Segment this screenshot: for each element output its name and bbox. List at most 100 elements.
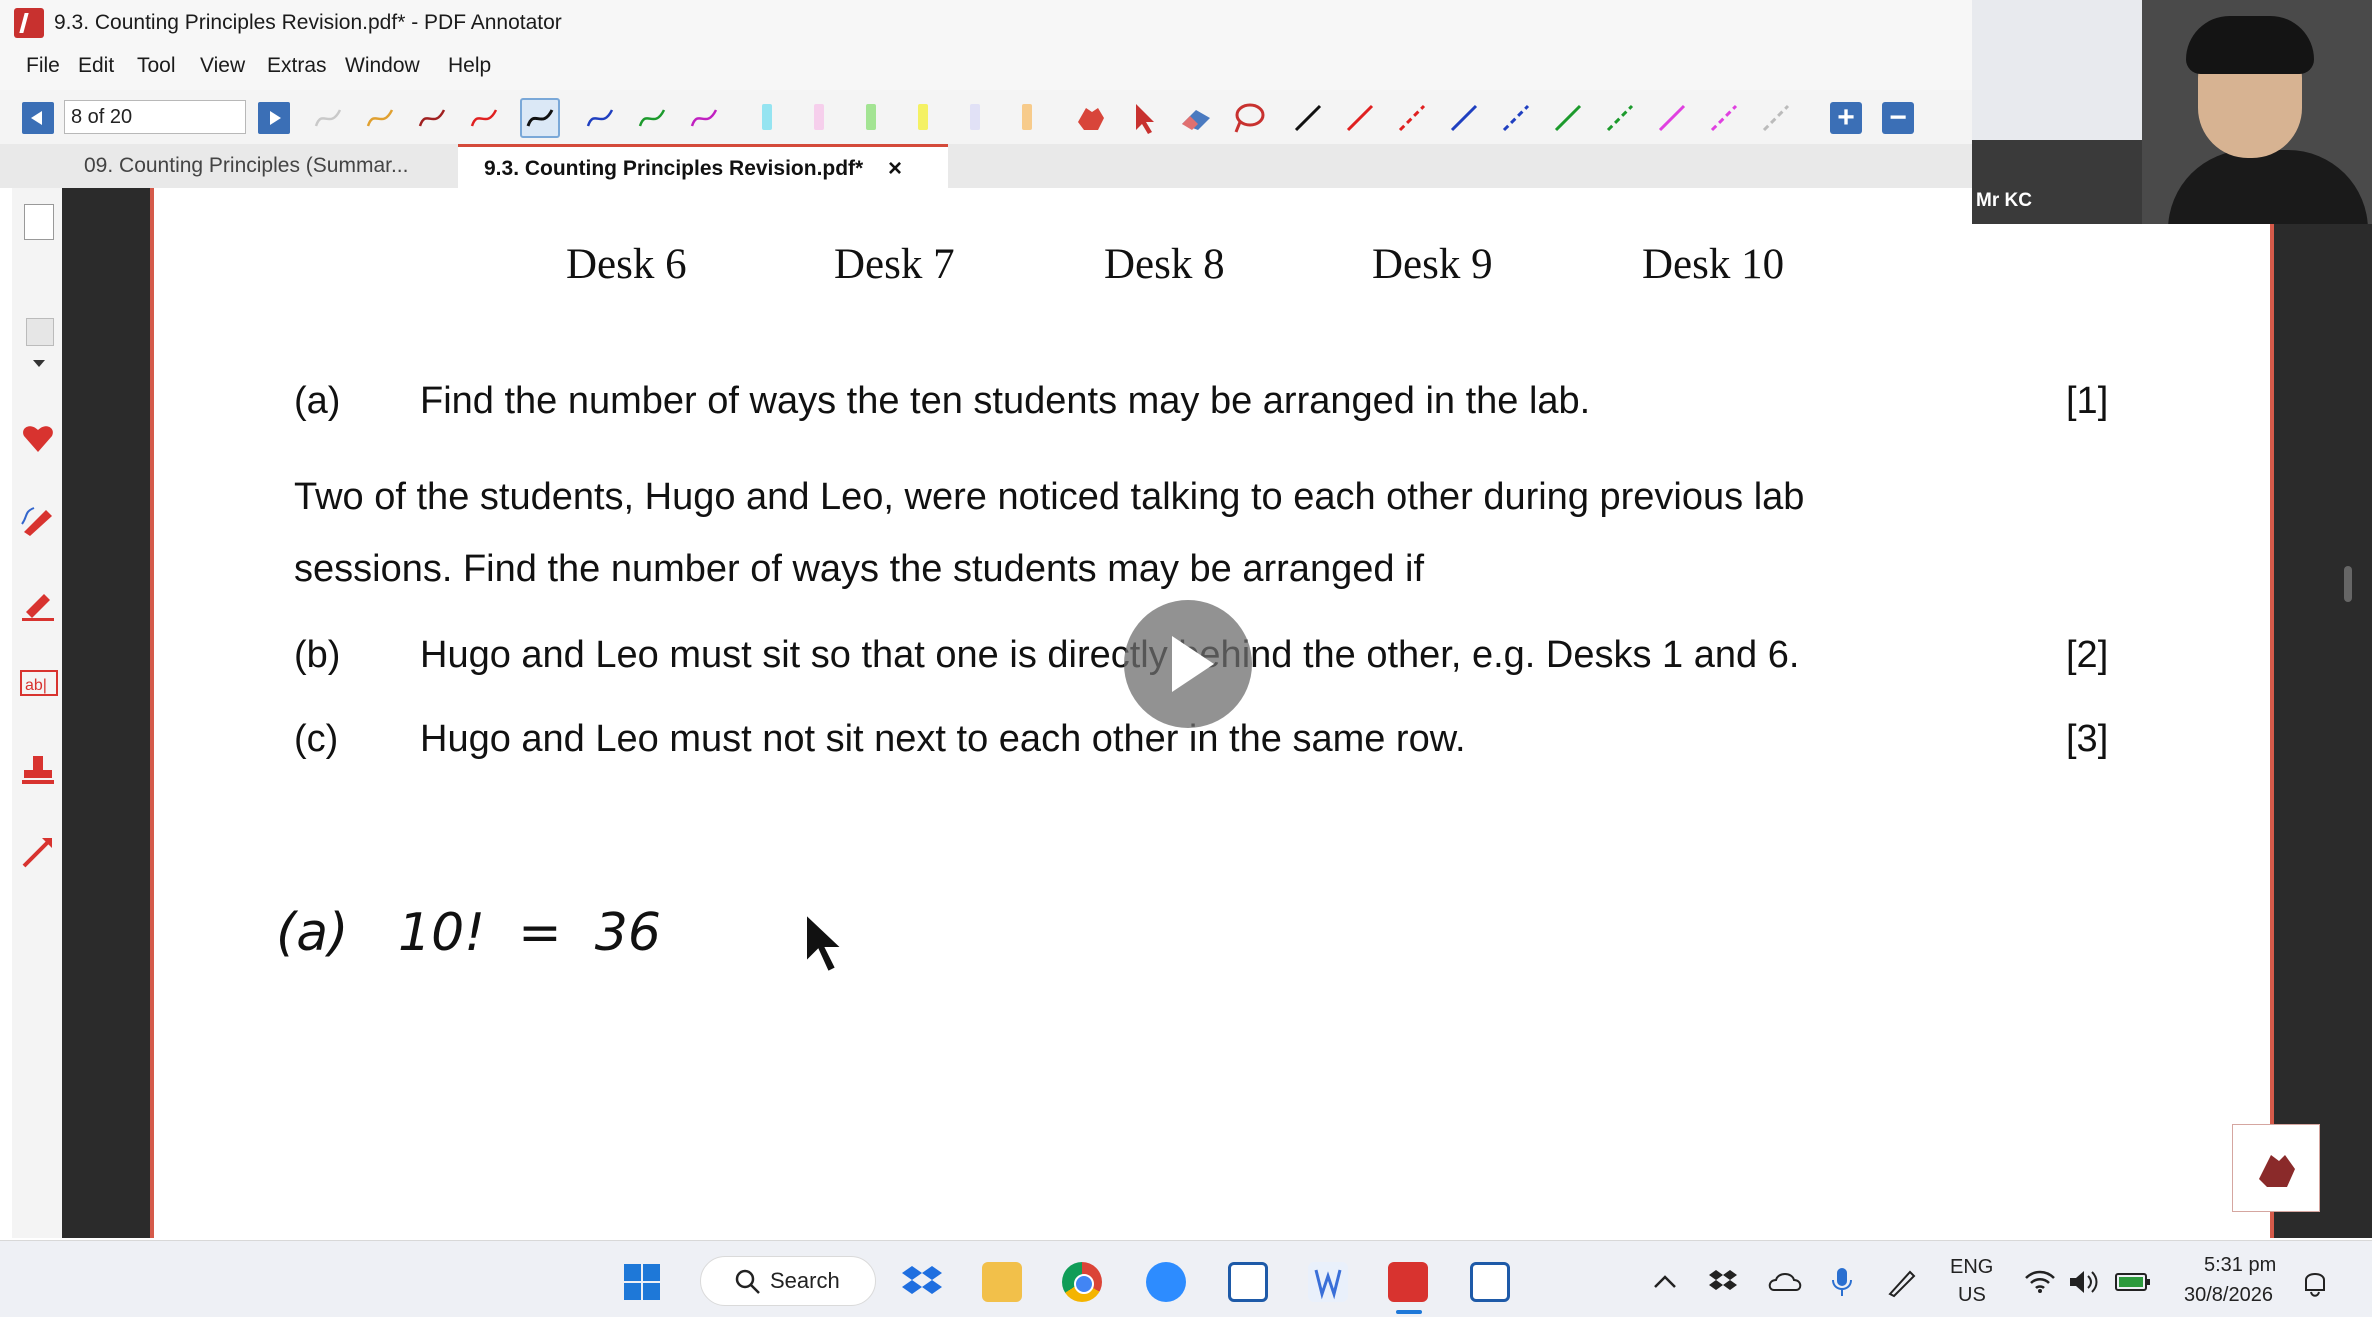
pen-light-icon[interactable] [312, 102, 344, 134]
desk-label: Desk 8 [1104, 241, 1225, 288]
next-page-button[interactable] [258, 102, 290, 134]
chevron-up-icon[interactable] [1652, 1272, 1678, 1292]
line-blue-icon[interactable] [1448, 102, 1480, 134]
menu-file[interactable]: File [26, 54, 60, 78]
volume-icon[interactable] [2068, 1268, 2100, 1296]
highlighter-yellow-icon[interactable] [918, 104, 928, 130]
menu-window[interactable]: Window [345, 54, 420, 78]
handwritten-annotation: (a) 10! = 36 [276, 903, 661, 963]
desk-label: Desk 10 [1642, 241, 1785, 288]
stamp-icon[interactable] [20, 752, 56, 788]
tray-dropbox-icon[interactable] [1708, 1268, 1738, 1296]
line-green-dashed-icon[interactable] [1604, 102, 1636, 134]
pdf-annotator-taskbar-icon[interactable] [1388, 1262, 1428, 1302]
play-video-button[interactable] [1124, 600, 1252, 728]
whiteboard-icon[interactable] [1308, 1262, 1348, 1302]
menu-extras[interactable]: Extras [267, 54, 327, 78]
dropbox-icon[interactable] [902, 1262, 942, 1302]
question-c-label: (c) [294, 718, 339, 760]
prev-page-button[interactable] [22, 102, 54, 134]
highlighter-green-icon[interactable] [866, 104, 876, 130]
webcam-person-hair [2186, 16, 2314, 74]
line-magenta-dashed-icon[interactable] [1708, 102, 1740, 134]
wifi-icon[interactable] [2024, 1268, 2056, 1294]
question-b-label: (b) [294, 634, 341, 676]
mouse-cursor-icon [805, 911, 845, 974]
line-red-dashed-icon[interactable] [1396, 102, 1428, 134]
highlighter-pink-icon[interactable] [814, 104, 824, 130]
pen-menu-icon[interactable] [1886, 1266, 1918, 1298]
tab-revision[interactable]: 9.3. Counting Principles Revision.pdf* × [458, 144, 948, 188]
language-indicator[interactable]: ENG [1950, 1256, 1993, 1279]
favorites-heart-icon[interactable] [20, 420, 56, 456]
desk-label: Desk 7 [834, 241, 955, 288]
highlighter-cyan-icon[interactable] [762, 104, 772, 130]
pen-magenta-icon[interactable] [688, 102, 720, 134]
intro-text-line1: Two of the students, Hugo and Leo, were … [294, 476, 1805, 518]
microphone-icon[interactable] [1830, 1266, 1854, 1298]
taskbar [0, 1240, 2372, 1317]
vertical-scrollbar[interactable] [2344, 566, 2352, 602]
svg-text:ab|: ab| [25, 677, 47, 694]
line-grey-dashed-icon[interactable] [1760, 102, 1792, 134]
pen-black-icon[interactable] [520, 98, 560, 138]
app-window2-icon[interactable] [1470, 1262, 1510, 1302]
line-red-icon[interactable] [1344, 102, 1376, 134]
pen-darkred-icon[interactable] [416, 102, 448, 134]
active-app-indicator [1396, 1310, 1422, 1314]
floating-hand-tool-button[interactable] [2232, 1124, 2320, 1212]
select-arrow-icon[interactable] [1128, 102, 1160, 134]
file-explorer-icon[interactable] [982, 1262, 1022, 1302]
tab-revision-label: 9.3. Counting Principles Revision.pdf* [484, 157, 864, 180]
search-label: Search [770, 1268, 840, 1293]
webcam-video [1972, 0, 2372, 224]
scroll-up-icon[interactable] [26, 318, 54, 346]
clock-time[interactable]: 5:31 pm [2204, 1254, 2276, 1277]
text-box-icon[interactable]: ab| [20, 668, 58, 704]
onedrive-cloud-icon[interactable] [1768, 1270, 1802, 1294]
highlighter-lavender-icon[interactable] [970, 104, 980, 130]
close-tab-icon[interactable]: × [888, 147, 902, 191]
search-icon [735, 1269, 760, 1294]
highlighter-orange-icon[interactable] [1022, 104, 1032, 130]
region-indicator[interactable]: US [1958, 1284, 1986, 1307]
arrow-tool-icon[interactable] [20, 834, 56, 870]
pen-tool-icon[interactable] [20, 502, 56, 538]
battery-icon[interactable] [2114, 1270, 2152, 1294]
lasso-icon[interactable] [1230, 102, 1265, 134]
pen-red-icon[interactable] [468, 102, 500, 134]
windows-start-icon[interactable] [622, 1262, 662, 1302]
page-number-input[interactable]: 8 of 20 [64, 100, 246, 134]
menu-edit[interactable]: Edit [78, 54, 114, 78]
zoom-in-icon[interactable]: + [1830, 102, 1862, 134]
zoom-out-icon[interactable]: − [1882, 102, 1914, 134]
hand-tool-icon[interactable] [1072, 102, 1104, 134]
desk-label: Desk 6 [566, 241, 687, 288]
menu-view[interactable]: View [200, 54, 245, 78]
pen-green-icon[interactable] [636, 102, 668, 134]
chevron-down-icon[interactable] [26, 350, 52, 376]
menu-tool[interactable]: Tool [137, 54, 176, 78]
app-window-icon[interactable] [1228, 1262, 1268, 1302]
line-blue-dashed-icon[interactable] [1500, 102, 1532, 134]
desk-label: Desk 9 [1372, 241, 1493, 288]
zoom-icon[interactable] [1146, 1262, 1186, 1302]
chrome-icon[interactable] [1062, 1262, 1102, 1302]
pen-blue-icon[interactable] [584, 102, 616, 134]
eraser-icon[interactable] [1178, 102, 1210, 134]
question-c-marks: [3] [2066, 718, 2109, 760]
pen-orange-icon[interactable] [364, 102, 396, 134]
question-a-text: Find the number of ways the ten students… [420, 380, 1591, 422]
tab-summary[interactable]: 09. Counting Principles (Summar... [14, 144, 454, 188]
highlighter-tool-icon[interactable] [20, 586, 56, 622]
line-green-icon[interactable] [1552, 102, 1584, 134]
clock-date[interactable]: 30/8/2026 [2184, 1284, 2273, 1307]
question-c-text: Hugo and Leo must not sit next to each o… [420, 718, 1466, 760]
window-title: 9.3. Counting Principles Revision.pdf* -… [54, 11, 562, 34]
line-magenta-icon[interactable] [1656, 102, 1688, 134]
line-black-icon[interactable] [1292, 102, 1324, 134]
menu-help[interactable]: Help [448, 54, 491, 78]
notification-bell-icon[interactable] [2300, 1266, 2330, 1298]
page-thumbnail-icon[interactable] [24, 204, 54, 240]
webcam-background-screen [1972, 0, 2142, 140]
